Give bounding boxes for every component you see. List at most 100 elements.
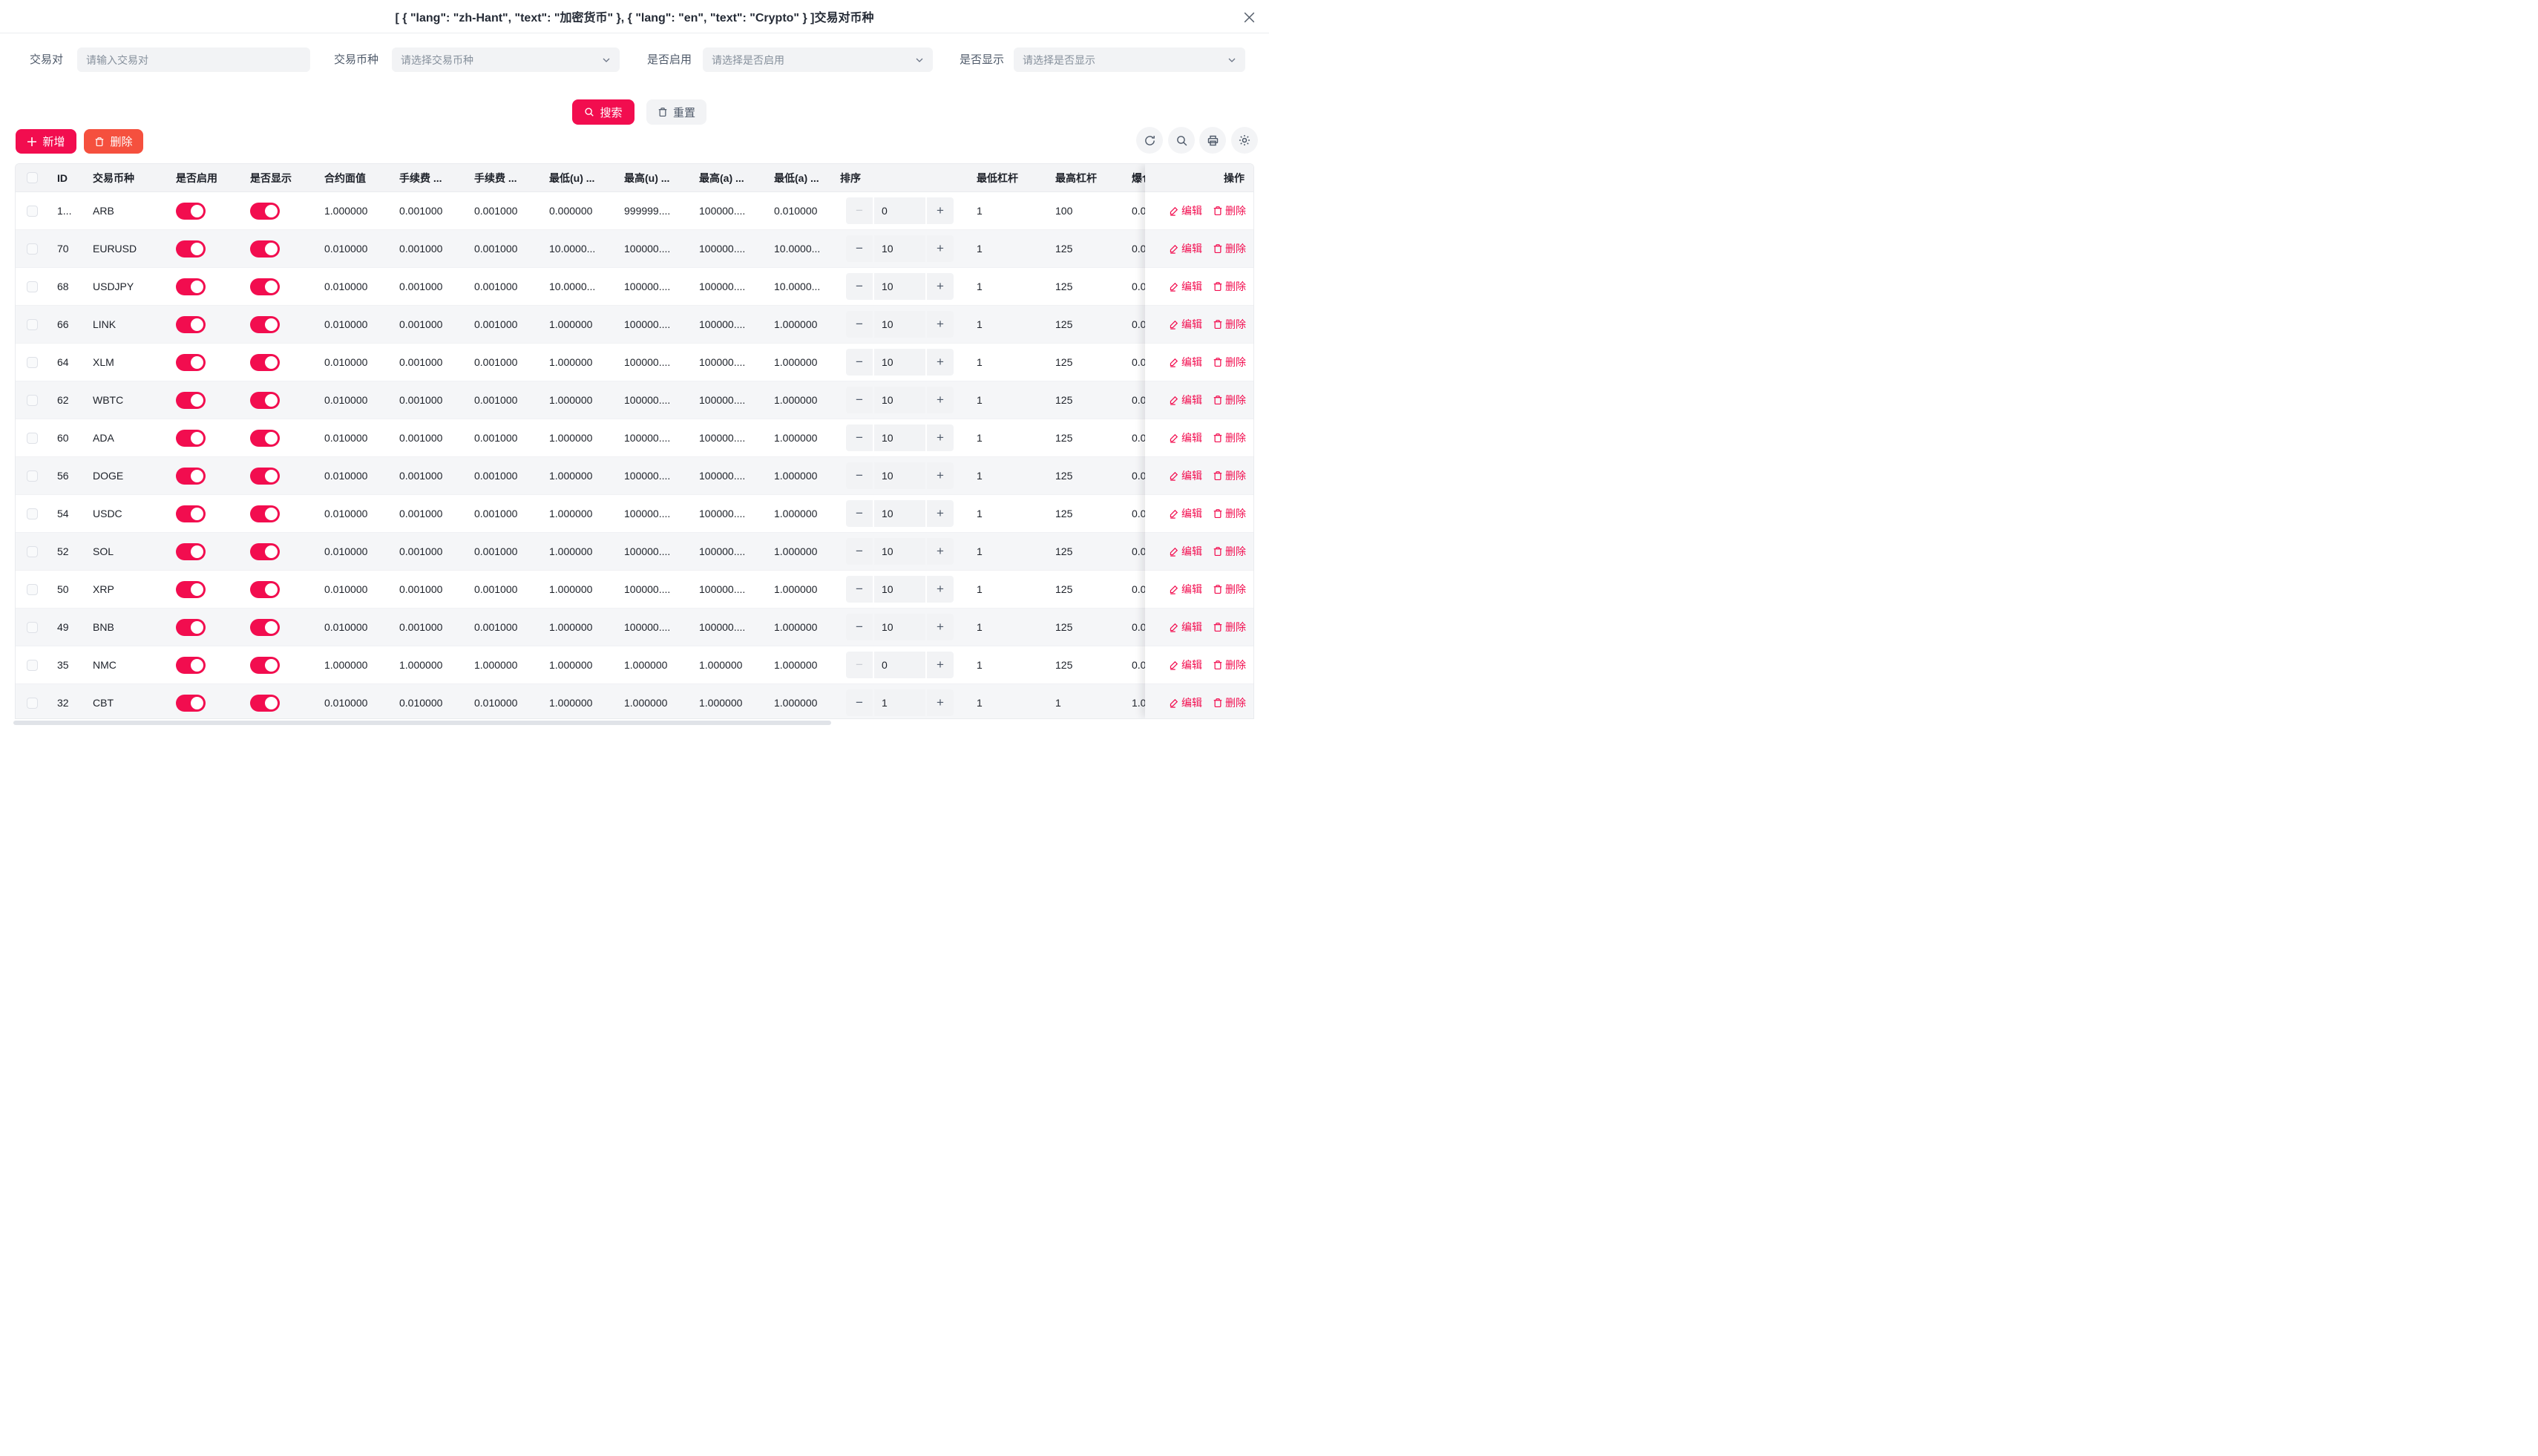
sort-increase-button[interactable]: + [927, 462, 954, 489]
pair-filter-input[interactable] [77, 47, 310, 72]
enabled-toggle[interactable] [176, 278, 206, 295]
horizontal-scrollbar[interactable] [13, 721, 831, 725]
sort-value[interactable]: 10 [874, 500, 925, 527]
sort-increase-button[interactable]: + [927, 273, 954, 300]
enabled-toggle[interactable] [176, 392, 206, 409]
row-checkbox[interactable] [27, 281, 38, 292]
sort-decrease-button[interactable]: − [846, 538, 873, 565]
enabled-toggle[interactable] [176, 240, 206, 258]
delete-row-button[interactable]: 删除 [1213, 241, 1246, 256]
visible-toggle[interactable] [250, 468, 280, 485]
pair-search-input[interactable] [86, 54, 301, 66]
row-checkbox[interactable] [27, 206, 38, 217]
edit-row-button[interactable]: 编辑 [1169, 582, 1202, 597]
sort-decrease-button[interactable]: − [846, 576, 873, 603]
enabled-toggle[interactable] [176, 581, 206, 598]
delete-row-button[interactable]: 删除 [1213, 506, 1246, 521]
sort-increase-button[interactable]: + [927, 538, 954, 565]
sort-increase-button[interactable]: + [927, 424, 954, 451]
edit-row-button[interactable]: 编辑 [1169, 241, 1202, 256]
delete-row-button[interactable]: 删除 [1213, 203, 1246, 218]
visible-filter-select[interactable]: 请选择是否显示 [1014, 47, 1245, 72]
enabled-toggle[interactable] [176, 657, 206, 674]
delete-row-button[interactable]: 删除 [1213, 695, 1246, 710]
sort-increase-button[interactable]: + [927, 652, 954, 678]
coin-filter-select[interactable]: 请选择交易币种 [392, 47, 620, 72]
sort-value[interactable]: 10 [874, 462, 925, 489]
reset-button[interactable]: 重置 [646, 99, 706, 125]
visible-toggle[interactable] [250, 354, 280, 371]
settings-button[interactable] [1231, 127, 1258, 154]
sort-decrease-button[interactable]: − [846, 424, 873, 451]
row-checkbox[interactable] [27, 698, 38, 709]
edit-row-button[interactable]: 编辑 [1169, 393, 1202, 407]
edit-row-button[interactable]: 编辑 [1169, 544, 1202, 559]
sort-value[interactable]: 10 [874, 538, 925, 565]
visible-toggle[interactable] [250, 695, 280, 712]
enabled-toggle[interactable] [176, 543, 206, 560]
delete-row-button[interactable]: 删除 [1213, 430, 1246, 445]
print-button[interactable] [1199, 127, 1226, 154]
sort-increase-button[interactable]: + [927, 235, 954, 262]
delete-row-button[interactable]: 删除 [1213, 468, 1246, 483]
edit-row-button[interactable]: 编辑 [1169, 468, 1202, 483]
refresh-button[interactable] [1136, 127, 1163, 154]
close-icon[interactable] [1238, 6, 1260, 28]
add-button[interactable]: 新增 [16, 129, 76, 154]
sort-decrease-button[interactable]: − [846, 689, 873, 716]
enabled-toggle[interactable] [176, 316, 206, 333]
sort-value[interactable]: 10 [874, 235, 925, 262]
edit-row-button[interactable]: 编辑 [1169, 317, 1202, 332]
sort-value[interactable]: 1 [874, 689, 925, 716]
row-checkbox[interactable] [27, 622, 38, 633]
row-checkbox[interactable] [27, 243, 38, 255]
row-checkbox[interactable] [27, 546, 38, 557]
enabled-filter-select[interactable]: 请选择是否启用 [703, 47, 933, 72]
select-all-checkbox[interactable] [27, 172, 38, 183]
row-checkbox[interactable] [27, 660, 38, 671]
sort-value[interactable]: 0 [874, 652, 925, 678]
enabled-toggle[interactable] [176, 354, 206, 371]
edit-row-button[interactable]: 编辑 [1169, 695, 1202, 710]
delete-row-button[interactable]: 删除 [1213, 279, 1246, 294]
delete-row-button[interactable]: 删除 [1213, 317, 1246, 332]
sort-decrease-button[interactable]: − [846, 311, 873, 338]
row-checkbox[interactable] [27, 433, 38, 444]
enabled-toggle[interactable] [176, 203, 206, 220]
sort-value[interactable]: 10 [874, 614, 925, 640]
sort-increase-button[interactable]: + [927, 387, 954, 413]
delete-row-button[interactable]: 删除 [1213, 355, 1246, 370]
zoom-search-button[interactable] [1168, 127, 1195, 154]
sort-increase-button[interactable]: + [927, 311, 954, 338]
sort-increase-button[interactable]: + [927, 576, 954, 603]
visible-toggle[interactable] [250, 657, 280, 674]
delete-button[interactable]: 删除 [84, 129, 143, 154]
edit-row-button[interactable]: 编辑 [1169, 279, 1202, 294]
sort-decrease-button[interactable]: − [846, 652, 873, 678]
sort-value[interactable]: 0 [874, 197, 925, 224]
delete-row-button[interactable]: 删除 [1213, 544, 1246, 559]
sort-value[interactable]: 10 [874, 273, 925, 300]
sort-increase-button[interactable]: + [927, 197, 954, 224]
edit-row-button[interactable]: 编辑 [1169, 203, 1202, 218]
visible-toggle[interactable] [250, 581, 280, 598]
visible-toggle[interactable] [250, 505, 280, 522]
delete-row-button[interactable]: 删除 [1213, 658, 1246, 672]
enabled-toggle[interactable] [176, 505, 206, 522]
sort-value[interactable]: 10 [874, 576, 925, 603]
sort-decrease-button[interactable]: − [846, 197, 873, 224]
sort-increase-button[interactable]: + [927, 614, 954, 640]
visible-toggle[interactable] [250, 278, 280, 295]
sort-decrease-button[interactable]: − [846, 614, 873, 640]
row-checkbox[interactable] [27, 319, 38, 330]
visible-toggle[interactable] [250, 392, 280, 409]
sort-increase-button[interactable]: + [927, 349, 954, 376]
sort-decrease-button[interactable]: − [846, 462, 873, 489]
visible-toggle[interactable] [250, 203, 280, 220]
sort-increase-button[interactable]: + [927, 500, 954, 527]
visible-toggle[interactable] [250, 543, 280, 560]
enabled-toggle[interactable] [176, 619, 206, 636]
sort-decrease-button[interactable]: − [846, 273, 873, 300]
edit-row-button[interactable]: 编辑 [1169, 658, 1202, 672]
visible-toggle[interactable] [250, 316, 280, 333]
